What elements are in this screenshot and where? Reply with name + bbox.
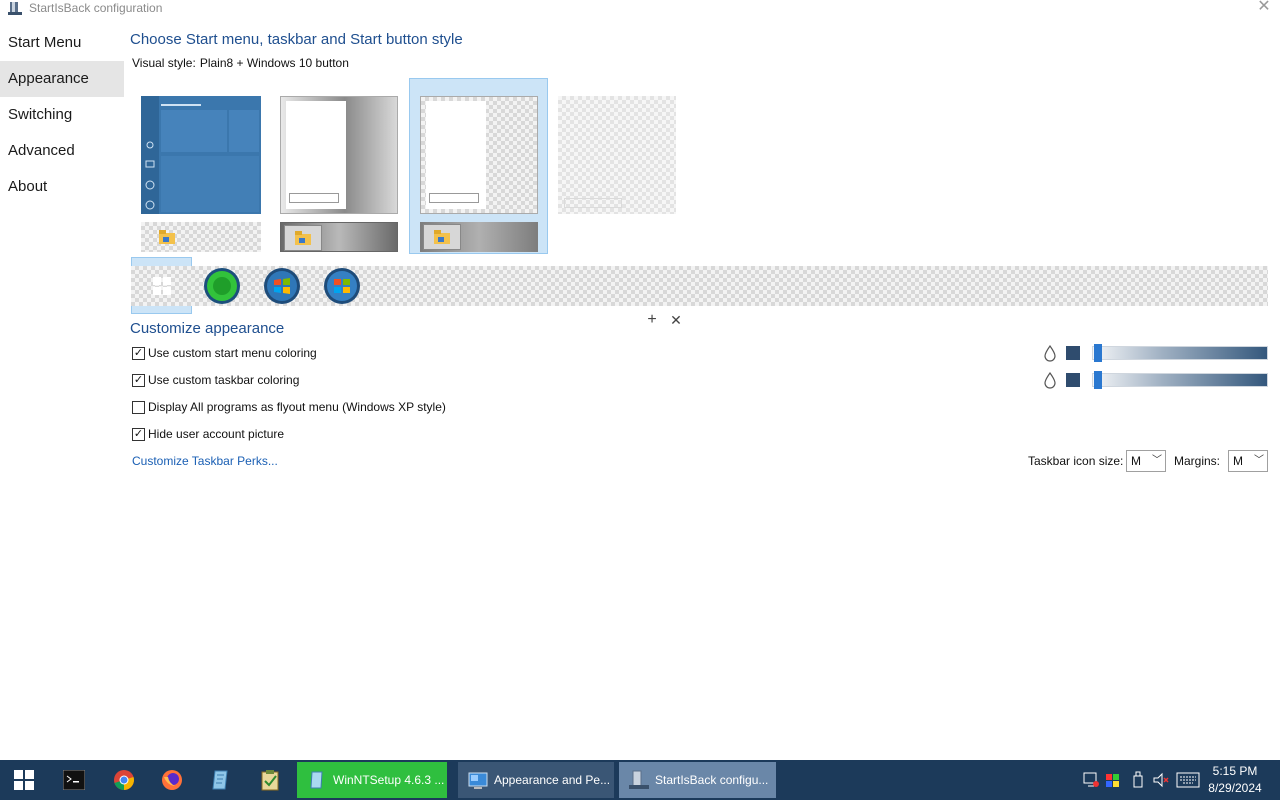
- option-custom-taskbar-coloring[interactable]: ✓ Use custom taskbar coloring: [132, 371, 299, 389]
- start-menu-color-swatch[interactable]: [1066, 346, 1080, 360]
- taskbar-color-slider[interactable]: [1092, 373, 1268, 387]
- chevron-down-icon: ﹀: [1152, 455, 1162, 466]
- style-heading: Choose Start menu, taskbar and Start but…: [130, 31, 463, 48]
- green-orb-icon[interactable]: [203, 267, 241, 305]
- style-taskbar-windows10[interactable]: [141, 222, 261, 252]
- checkbox-custom-start-coloring[interactable]: ✓: [132, 346, 145, 360]
- control-panel-icon: [468, 772, 488, 789]
- volume-muted-icon[interactable]: [1152, 770, 1170, 790]
- visual-style-value: Plain8 + Windows 10 button: [199, 56, 349, 70]
- taskbar-icon-size-label: Taskbar icon size:: [1028, 454, 1124, 468]
- close-icon[interactable]: ✕: [1255, 0, 1273, 17]
- visual-style-line: Visual style: Plain8 + Windows 10 button: [132, 56, 349, 70]
- winntsetup-icon: [310, 771, 323, 789]
- customize-taskbar-perks-link[interactable]: Customize Taskbar Perks...: [132, 454, 278, 468]
- window-title: StartIsBack configuration: [29, 1, 163, 15]
- windows10-start-preview: [141, 96, 259, 214]
- taskbar-icon-size-select[interactable]: M ﹀: [1126, 450, 1166, 472]
- windows7-orb-icon[interactable]: [263, 267, 301, 305]
- style-thumb-plain8[interactable]: [420, 96, 538, 214]
- nav-item-switching[interactable]: Switching: [0, 97, 124, 133]
- remove-orb-button[interactable]: ✕: [668, 312, 684, 329]
- nav-item-advanced[interactable]: Advanced: [0, 133, 124, 169]
- start-menu-color-slider[interactable]: [1092, 346, 1268, 360]
- chrome-icon: [114, 770, 134, 790]
- folder-icon: [434, 230, 450, 244]
- task-winntsetup[interactable]: WinNTSetup 4.6.3 ...: [297, 762, 447, 798]
- folder-icon: [159, 230, 175, 244]
- style-thumb-windows10[interactable]: [141, 96, 261, 214]
- taskbar-notepad[interactable]: [196, 760, 244, 800]
- taskbar-color-swatch[interactable]: [1066, 373, 1080, 387]
- option-custom-start-coloring[interactable]: ✓ Use custom start menu coloring: [132, 344, 317, 362]
- task-label: Appearance and Pe...: [494, 773, 611, 787]
- slider-thumb[interactable]: [1094, 344, 1102, 362]
- add-orb-button[interactable]: +: [644, 311, 660, 329]
- search-box-preview: [564, 198, 622, 208]
- windows10-orb-icon[interactable]: [143, 267, 181, 305]
- terminal-icon: [63, 770, 85, 790]
- clock-date: 8/29/2024: [1208, 781, 1262, 795]
- style-thumb-plain-gradient[interactable]: [280, 96, 398, 214]
- notepad-icon: [212, 770, 228, 790]
- checkbox-hide-user-picture[interactable]: ✓: [132, 427, 145, 441]
- checkbox-custom-taskbar-coloring[interactable]: ✓: [132, 373, 145, 387]
- style-taskbar-plain-gradient[interactable]: [280, 222, 398, 252]
- start-button-strip: [131, 266, 1268, 306]
- option-label: Display All programs as flyout menu (Win…: [148, 400, 446, 414]
- start-icon: [14, 770, 34, 790]
- search-box-preview: [289, 193, 339, 203]
- nav-item-start-menu[interactable]: Start Menu: [0, 25, 124, 61]
- startisback-icon: [629, 770, 649, 789]
- clock-time: 5:15 PM: [1212, 764, 1258, 778]
- nav-item-appearance[interactable]: Appearance: [0, 61, 124, 97]
- transparency-drop-icon[interactable]: [1042, 344, 1058, 362]
- style-thumb-transparent[interactable]: [558, 96, 676, 214]
- task-label: StartIsBack configu...: [655, 773, 769, 787]
- margins-label: Margins:: [1174, 454, 1221, 468]
- style-taskbar-plain8[interactable]: [420, 222, 538, 252]
- taskbar-chrome[interactable]: [100, 760, 148, 800]
- folder-icon: [295, 231, 311, 245]
- network-tray-icon[interactable]: [1082, 770, 1100, 790]
- option-label: Use custom start menu coloring: [148, 346, 317, 360]
- app-icon: [8, 2, 22, 15]
- startisback-config-window: StartIsBack configuration ✕ Start Menu A…: [0, 0, 1280, 760]
- title-bar: StartIsBack configuration ✕: [0, 0, 1280, 18]
- task-appearance-personalization[interactable]: Appearance and Pe...: [458, 762, 614, 798]
- option-label: Hide user account picture: [148, 427, 285, 441]
- margins-select[interactable]: M ﹀: [1228, 450, 1268, 472]
- option-label: Use custom taskbar coloring: [148, 373, 300, 387]
- task-startisback-config[interactable]: StartIsBack configu...: [619, 762, 776, 798]
- option-hide-user-picture[interactable]: ✓ Hide user account picture: [132, 425, 284, 443]
- customize-heading: Customize appearance: [130, 320, 285, 337]
- checkbox-flyout-all-programs[interactable]: [132, 400, 145, 414]
- search-box-preview: [429, 193, 479, 203]
- taskbar-firefox[interactable]: [148, 760, 196, 800]
- chevron-down-icon: ﹀: [1254, 455, 1264, 466]
- windows8-orb-icon[interactable]: [323, 267, 361, 305]
- start-button[interactable]: [0, 760, 48, 800]
- keyboard-icon[interactable]: [1176, 772, 1200, 788]
- slider-thumb[interactable]: [1094, 371, 1102, 389]
- color-tray-icon[interactable]: [1104, 770, 1122, 790]
- usb-tray-icon[interactable]: [1130, 770, 1146, 790]
- visual-style-label: Visual style:: [132, 56, 196, 70]
- select-value: M: [1233, 454, 1243, 468]
- transparency-drop-icon[interactable]: [1042, 371, 1058, 389]
- option-flyout-all-programs[interactable]: Display All programs as flyout menu (Win…: [132, 398, 446, 416]
- clipboard-icon: [261, 770, 279, 791]
- windows-taskbar: WinNTSetup 4.6.3 ... Appearance and Pe..…: [0, 760, 1280, 800]
- firefox-icon: [162, 770, 182, 790]
- taskbar-terminal[interactable]: [50, 760, 98, 800]
- select-value: M: [1131, 454, 1141, 468]
- taskbar-clock[interactable]: 5:15 PM 8/29/2024: [1200, 763, 1270, 797]
- nav-item-about[interactable]: About: [0, 169, 124, 205]
- task-label: WinNTSetup 4.6.3 ...: [333, 773, 445, 787]
- taskbar-clipboard[interactable]: [246, 760, 294, 800]
